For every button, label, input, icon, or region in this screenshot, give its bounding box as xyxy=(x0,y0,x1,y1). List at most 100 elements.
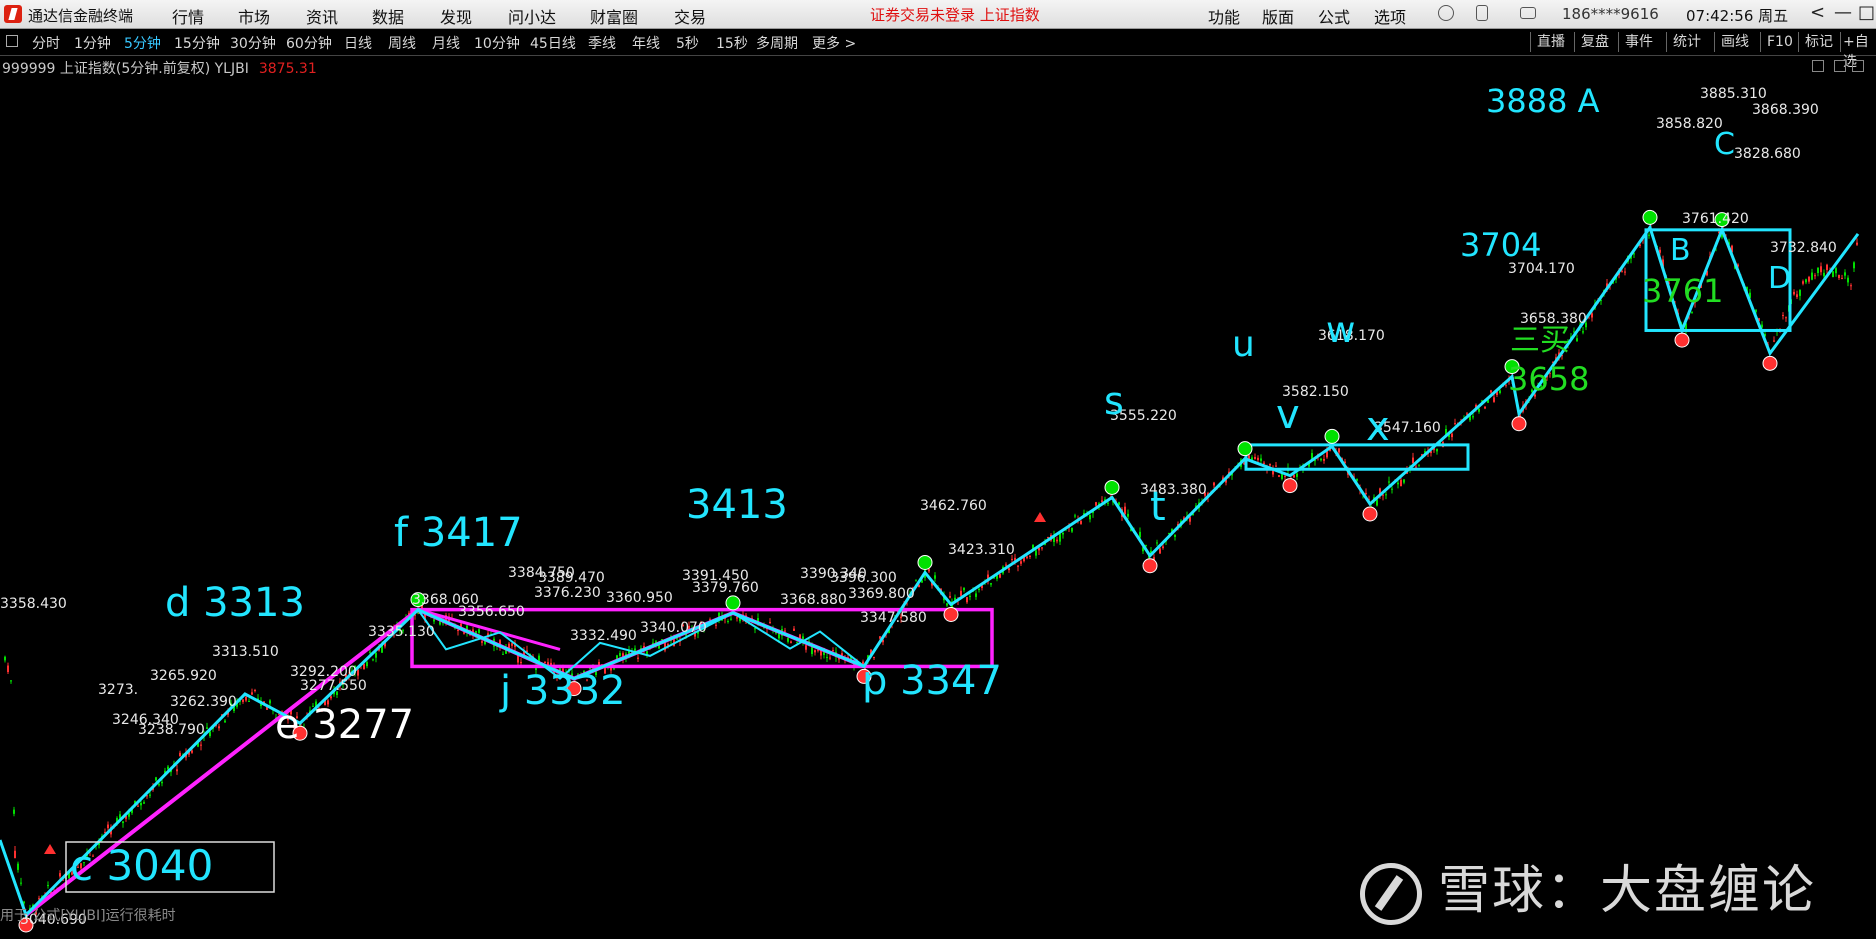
candle-body xyxy=(1213,482,1215,486)
candle-body xyxy=(1400,479,1402,487)
price-annotation: 3335.130 xyxy=(368,624,435,640)
candle-body xyxy=(814,650,816,653)
price-annotation: 3389.470 xyxy=(538,570,605,586)
candle-body xyxy=(269,700,271,704)
kline-chart[interactable]: 3358.4303040.6903273.3246.3403238.790326… xyxy=(0,0,1876,939)
wave-label: 3413 xyxy=(686,482,788,528)
candle-body xyxy=(478,629,480,633)
candle-body xyxy=(598,661,600,665)
candle-body xyxy=(1026,556,1028,559)
candle-body xyxy=(372,659,374,661)
candle-body xyxy=(158,784,160,786)
candle-body xyxy=(330,696,332,699)
candle-body xyxy=(1454,423,1456,425)
candle-body xyxy=(1162,546,1164,549)
candle-body xyxy=(1275,465,1277,467)
candle-body xyxy=(1582,331,1584,333)
candle-body xyxy=(1415,466,1417,468)
candle-body xyxy=(176,769,178,772)
candle-body xyxy=(1832,271,1834,278)
candle-body xyxy=(502,653,504,655)
candle-body xyxy=(1124,506,1126,515)
candle-body xyxy=(1782,314,1784,316)
candle-body xyxy=(1139,531,1141,538)
buy-marker xyxy=(1362,506,1378,522)
candle-body xyxy=(829,657,831,659)
candle-body xyxy=(1823,272,1825,277)
buy-marker xyxy=(1674,332,1690,348)
candle-body xyxy=(1820,266,1822,273)
candle-body xyxy=(1101,500,1103,502)
candle-body xyxy=(1293,474,1295,478)
candle-body xyxy=(730,618,732,620)
candle-body xyxy=(7,665,9,673)
candle-body xyxy=(1814,275,1816,277)
wave-label: 3658 xyxy=(1508,360,1589,398)
candle-body xyxy=(520,661,522,664)
candle-body xyxy=(179,752,181,757)
candle-body xyxy=(366,662,368,667)
price-annotation: 3277.550 xyxy=(300,678,367,694)
candle-body xyxy=(155,777,157,781)
candle-body xyxy=(646,651,648,655)
wave-label: B xyxy=(1670,233,1691,268)
wave-label: 3704 xyxy=(1460,226,1541,264)
candle-body xyxy=(209,731,211,737)
sell-marker xyxy=(1237,441,1253,457)
candle-body xyxy=(1320,458,1322,461)
price-annotation: 3356.650 xyxy=(458,604,525,620)
candle-body xyxy=(1017,565,1019,567)
candle-body xyxy=(1418,464,1420,466)
candle-body xyxy=(1074,515,1076,517)
candle-body xyxy=(1403,479,1405,483)
candle-body xyxy=(191,750,193,753)
wave-label: w xyxy=(1326,310,1355,351)
candle-body xyxy=(1484,406,1486,409)
candle-body xyxy=(242,699,244,702)
candle-body xyxy=(1505,384,1507,386)
price-annotation: 3347.580 xyxy=(860,610,927,626)
signal-markers-layer xyxy=(18,209,1778,933)
candle-body xyxy=(1847,277,1849,283)
candle-body xyxy=(1451,433,1453,438)
candle-body xyxy=(369,651,371,653)
watermark: 雪球：大盘缠论 xyxy=(1360,848,1816,925)
candle-body xyxy=(805,645,807,650)
price-annotation: 3368.880 xyxy=(780,592,847,608)
candle-body xyxy=(20,882,22,884)
candle-body xyxy=(1254,456,1256,460)
candle-body xyxy=(1062,532,1064,535)
price-annotation: 3423.310 xyxy=(948,542,1015,558)
candle-body xyxy=(544,661,546,664)
candle-body xyxy=(1323,458,1325,461)
price-annotation: 3369.800 xyxy=(848,586,915,602)
wave-labels-layer: c 3040 d 3313 e 3277 f 3417 j 3332 3413 p 3347… xyxy=(65,82,1791,893)
price-annotation: 3396.300 xyxy=(830,570,897,586)
candle-body xyxy=(1156,542,1158,544)
wave-label: x xyxy=(1366,404,1390,450)
candle-body xyxy=(1127,513,1129,517)
candle-body xyxy=(161,781,163,784)
candle-body xyxy=(790,641,792,643)
candle-body xyxy=(1856,242,1858,245)
buy-marker xyxy=(1142,558,1158,574)
candle-body xyxy=(928,569,930,572)
candle-body xyxy=(1793,291,1795,295)
up-arrow-marker xyxy=(1034,512,1046,522)
candle-body xyxy=(1826,264,1828,270)
candle-body xyxy=(1035,550,1037,556)
candle-body xyxy=(251,692,253,695)
price-annotation: 3358.430 xyxy=(0,596,67,612)
price-annotation: 3732.840 xyxy=(1770,240,1837,256)
wave-label: u xyxy=(1232,324,1255,365)
price-annotation: 3238.790 xyxy=(138,722,205,738)
candle-body xyxy=(1493,397,1495,402)
candle-body xyxy=(1338,448,1340,453)
candle-body xyxy=(1263,462,1265,464)
candle-body xyxy=(1576,338,1578,342)
candle-body xyxy=(1621,271,1623,273)
candle-body xyxy=(1838,274,1840,279)
candle-body xyxy=(1029,555,1031,557)
candle-body xyxy=(1624,271,1626,273)
candle-body xyxy=(218,726,220,729)
